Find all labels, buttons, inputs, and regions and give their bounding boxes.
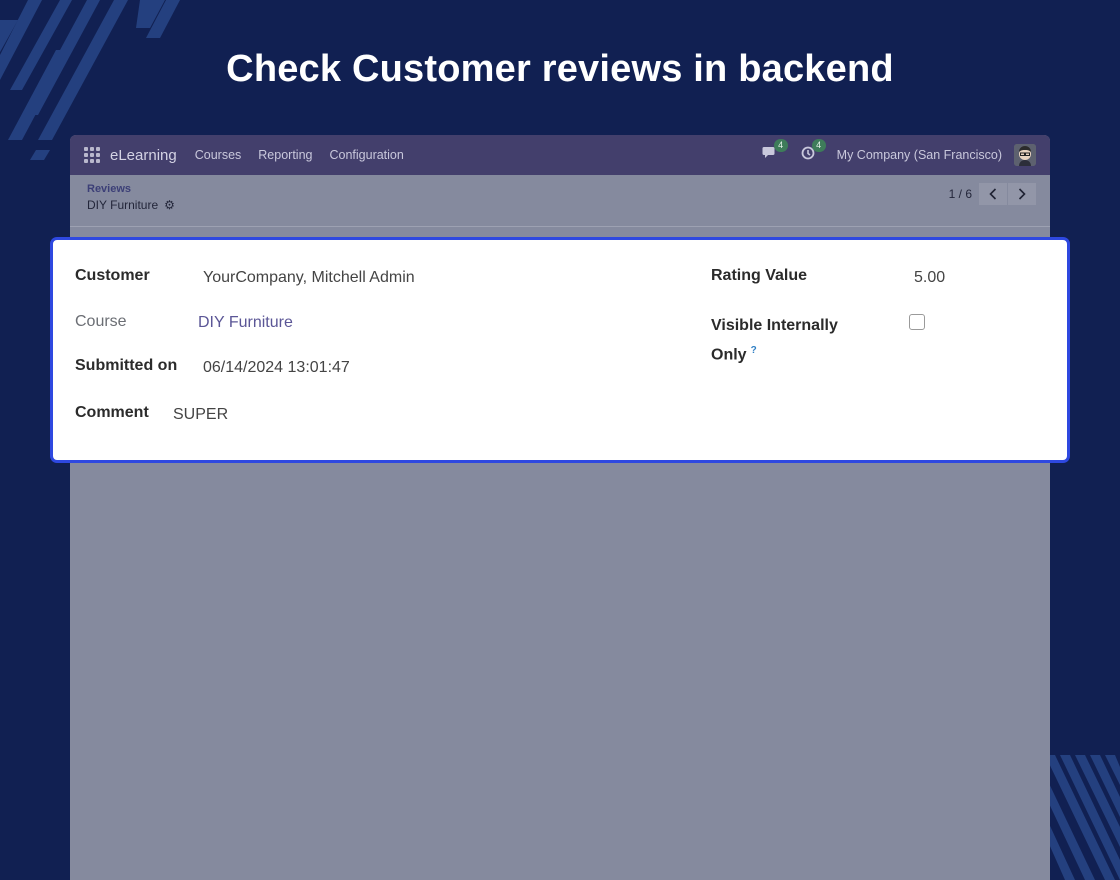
activities-badge: 4 [811, 139, 826, 152]
rating-value-label: Rating Value [711, 267, 808, 284]
review-form-card: Customer YourCompany, Mitchell Admin Cou… [50, 237, 1070, 463]
pager-next-button[interactable] [1008, 183, 1036, 205]
app-name[interactable]: eLearning [110, 147, 177, 164]
menu-courses[interactable]: Courses [195, 148, 242, 162]
comment-label: Comment [75, 404, 149, 421]
messages-badge: 4 [773, 139, 788, 152]
chevron-left-icon [989, 188, 997, 200]
pager-previous-button[interactable] [979, 183, 1007, 205]
visible-internally-label: Visible Internally Only? [711, 313, 838, 367]
breadcrumb-current-label: DIY Furniture [87, 198, 159, 212]
apps-grid-icon[interactable] [84, 147, 100, 163]
customer-value[interactable]: YourCompany, Mitchell Admin [203, 269, 415, 287]
top-navbar: eLearning Courses Reporting Configuratio… [70, 135, 1050, 175]
breadcrumb-current: DIY Furniture ⚙ [87, 198, 1033, 212]
course-link[interactable]: DIY Furniture [198, 314, 293, 332]
help-icon[interactable]: ? [751, 345, 757, 356]
rating-value[interactable]: 5.00 [914, 269, 945, 287]
visible-internally-label-line1: Visible Internally [711, 317, 838, 334]
messages-button[interactable]: 4 [761, 139, 788, 164]
headline: Check Customer reviews in backend [226, 48, 894, 90]
breadcrumb-parent[interactable]: Reviews [87, 183, 1033, 195]
visible-internally-checkbox[interactable] [909, 314, 925, 330]
customer-label: Customer [75, 267, 150, 284]
pager-value[interactable]: 1 / 6 [949, 187, 972, 201]
menu-reporting[interactable]: Reporting [258, 148, 312, 162]
submitted-on-label: Submitted on [75, 357, 178, 374]
submitted-on-value: 06/14/2024 13:01:47 [203, 359, 350, 376]
visible-internally-label-line2: Only [711, 346, 747, 364]
gear-icon[interactable]: ⚙ [164, 198, 175, 212]
decorative-stripes-bottom-right [1045, 755, 1120, 880]
user-avatar-icon [1014, 144, 1036, 166]
pager: 1 / 6 [949, 183, 1036, 205]
chevron-right-icon [1018, 188, 1026, 200]
course-label: Course [75, 313, 127, 330]
activities-button[interactable]: 4 [799, 139, 826, 164]
control-panel: Reviews DIY Furniture ⚙ 1 / 6 [70, 175, 1050, 227]
comment-value[interactable]: SUPER [173, 406, 228, 424]
avatar[interactable] [1014, 144, 1036, 166]
company-switcher[interactable]: My Company (San Francisco) [837, 148, 1002, 162]
menu-configuration[interactable]: Configuration [329, 148, 403, 162]
